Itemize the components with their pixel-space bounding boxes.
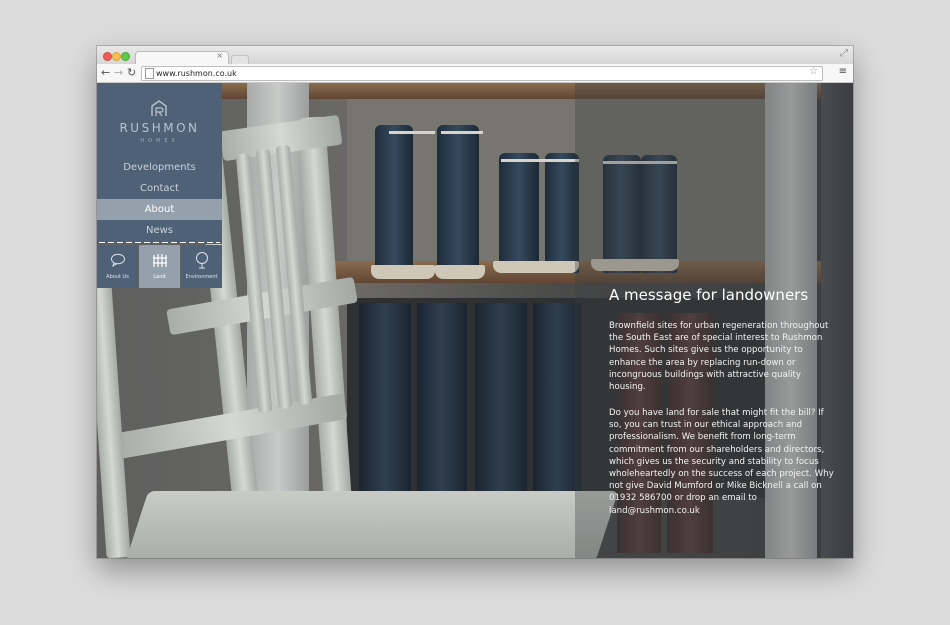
reload-icon[interactable]: ↻ bbox=[127, 65, 136, 81]
photo-boot-stripe bbox=[389, 131, 435, 134]
photo-boot-lower bbox=[359, 303, 411, 493]
photo-boot-lower bbox=[417, 303, 467, 493]
nav-divider bbox=[97, 241, 222, 244]
nav-about[interactable]: About bbox=[97, 199, 222, 220]
subnav-label: Land bbox=[153, 274, 166, 280]
photo-boot bbox=[545, 153, 579, 273]
photo-boot-stripe bbox=[501, 159, 579, 162]
hamburger-menu-icon[interactable]: ≡ bbox=[839, 66, 847, 78]
subnav-label: About Us bbox=[106, 274, 129, 280]
sidebar: RUSHMON HOMES Developments Contact About… bbox=[97, 83, 222, 288]
close-window-button[interactable] bbox=[103, 52, 112, 61]
fence-icon bbox=[152, 254, 167, 267]
address-bar[interactable]: www.rushmon.co.uk ☆ bbox=[141, 66, 823, 81]
subnav-land[interactable]: Land bbox=[139, 245, 180, 288]
back-arrow-icon[interactable]: ← bbox=[101, 65, 110, 81]
tab-strip: × ⤢ bbox=[97, 46, 853, 65]
page-icon bbox=[145, 68, 154, 79]
browser-toolbar: ← → ↻ www.rushmon.co.uk ☆ ≡ bbox=[97, 64, 853, 83]
brand-name: RUSHMON bbox=[119, 121, 200, 135]
message-paragraph-2: Do you have land for sale that might fit… bbox=[609, 408, 834, 516]
photo-boot-sole bbox=[435, 265, 485, 279]
nav-news[interactable]: News bbox=[97, 220, 222, 241]
photo-boot bbox=[499, 153, 539, 273]
photo-boot-sole bbox=[493, 261, 579, 273]
subnav-environment[interactable]: Environment bbox=[181, 245, 222, 288]
nav-developments[interactable]: Developments bbox=[97, 157, 222, 178]
zoom-window-button[interactable] bbox=[121, 52, 130, 61]
browser-tab[interactable]: × bbox=[135, 51, 229, 65]
logo-mark-icon bbox=[151, 100, 167, 117]
minimize-window-button[interactable] bbox=[112, 52, 121, 61]
tree-icon bbox=[195, 252, 208, 269]
forward-arrow-icon[interactable]: → bbox=[114, 65, 123, 81]
brand-subtitle: HOMES bbox=[140, 138, 179, 144]
photo-boot-sole bbox=[371, 265, 435, 279]
logo[interactable]: RUSHMON HOMES bbox=[97, 83, 222, 157]
photo-boot bbox=[437, 125, 479, 275]
nav-contact[interactable]: Contact bbox=[97, 178, 222, 199]
bookmark-star-icon[interactable]: ☆ bbox=[809, 66, 818, 77]
browser-window: × ⤢ ← → ↻ www.rushmon.co.uk ☆ ≡ RUSHMON … bbox=[97, 46, 853, 558]
photo-boot-lower bbox=[475, 303, 527, 503]
page-title: A message for landowners bbox=[609, 286, 809, 304]
photo-chair-seat bbox=[125, 491, 619, 558]
tab-close-icon[interactable]: × bbox=[216, 51, 223, 60]
web-page: RUSHMON HOMES Developments Contact About… bbox=[97, 83, 853, 558]
photo-boot-lower bbox=[533, 303, 581, 503]
subnav-about-us[interactable]: About Us bbox=[97, 245, 138, 288]
photo-boot bbox=[375, 125, 413, 275]
message-paragraph-1: Brownfield sites for urban regeneration … bbox=[609, 321, 829, 393]
speech-bubble-icon bbox=[110, 253, 125, 268]
subnav-label: Environment bbox=[185, 274, 218, 280]
photo-boot-stripe bbox=[441, 131, 483, 134]
url-text[interactable]: www.rushmon.co.uk bbox=[156, 67, 237, 80]
fullscreen-icon[interactable]: ⤢ bbox=[840, 48, 848, 59]
